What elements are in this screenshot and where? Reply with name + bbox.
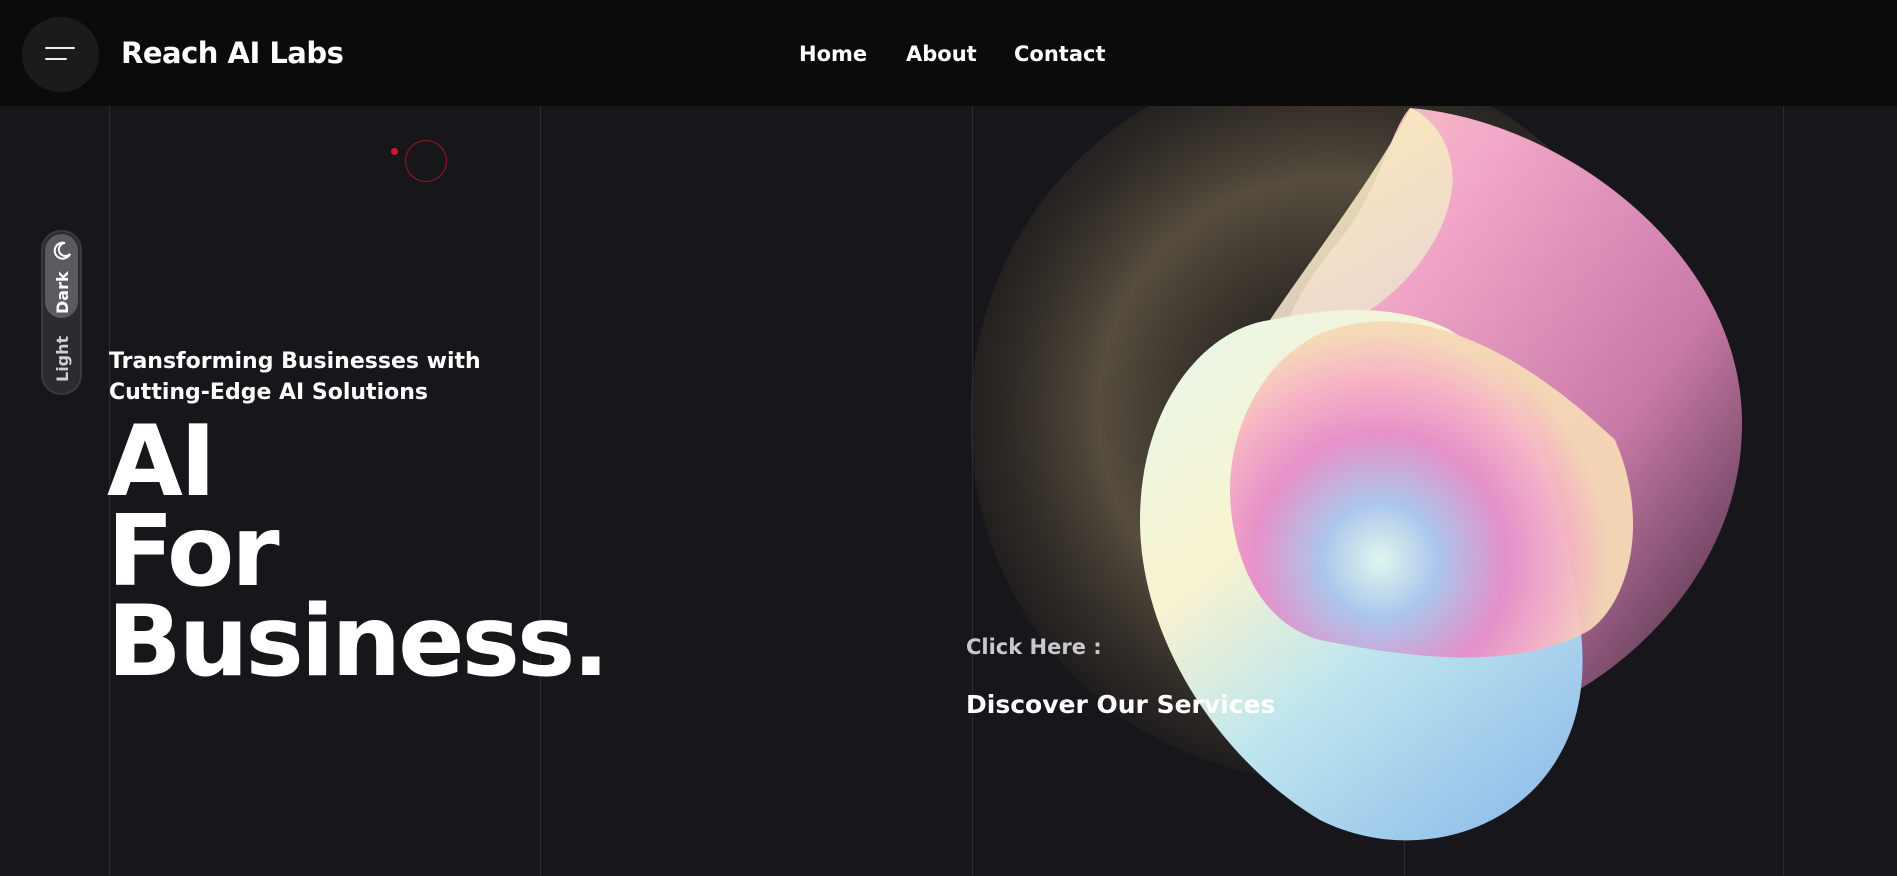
cta-prompt: Click Here : bbox=[966, 635, 1102, 659]
cursor-ring bbox=[405, 140, 447, 182]
hero-tagline: Transforming Businesses with Cutting-Edg… bbox=[109, 346, 481, 408]
cursor-dot bbox=[391, 148, 398, 155]
hero-headline: AI For Business. bbox=[107, 405, 610, 699]
moon-icon bbox=[53, 241, 71, 260]
nav-about-link[interactable]: About bbox=[906, 42, 977, 66]
hero-tagline-line: Cutting-Edge AI Solutions bbox=[109, 380, 428, 405]
hamburger-menu-button[interactable] bbox=[22, 17, 99, 92]
theme-light-option[interactable]: Light bbox=[53, 336, 72, 382]
theme-dark-option[interactable]: Dark bbox=[53, 271, 72, 314]
theme-toggle[interactable]: Dark Light bbox=[41, 230, 82, 395]
top-header: Reach AI Labs Home About Contact bbox=[0, 0, 1897, 106]
hero-headline-line: For bbox=[107, 495, 280, 609]
hero-headline-line: Business. bbox=[107, 585, 610, 699]
nav-contact-link[interactable]: Contact bbox=[1014, 42, 1106, 66]
hero-tagline-line: Transforming Businesses with bbox=[109, 349, 481, 374]
hamburger-icon bbox=[45, 58, 67, 60]
brand-logo-text[interactable]: Reach AI Labs bbox=[121, 36, 344, 70]
hamburger-icon bbox=[45, 47, 75, 49]
discover-services-link[interactable]: Discover Our Services bbox=[966, 690, 1275, 719]
hero-headline-line: AI bbox=[107, 405, 216, 519]
nav-home-link[interactable]: Home bbox=[799, 42, 867, 66]
